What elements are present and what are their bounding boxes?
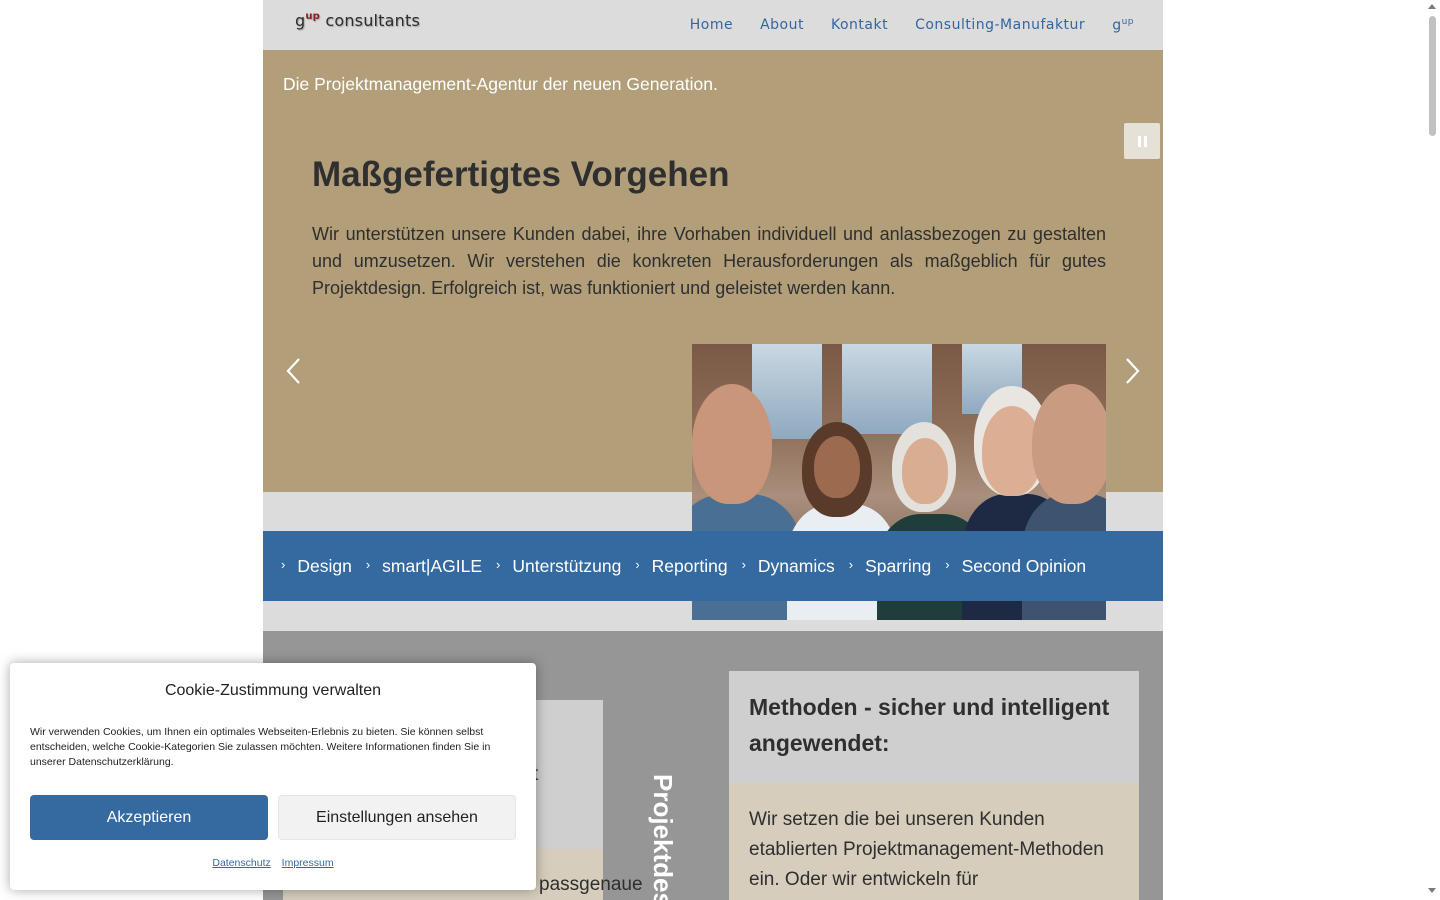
photo-person-face (1032, 384, 1106, 504)
slider-prev-button[interactable] (282, 357, 306, 385)
accept-cookies-button[interactable]: Akzeptieren (30, 795, 268, 840)
service-label: Design (297, 555, 352, 576)
service-link-reporting[interactable]: › Reporting (635, 556, 727, 577)
services-bar: › Design › smart|AGILE › Unterstützung › Rep… (263, 531, 1163, 601)
slider-pause-button[interactable] (1124, 123, 1160, 159)
cookie-dialog-title: Cookie-Zustimmung verwalten (164, 682, 382, 699)
logo-superscript: up (305, 10, 321, 22)
scroll-down-arrow-icon[interactable] (1428, 888, 1436, 893)
privacy-link[interactable]: Datenschutz (212, 857, 270, 869)
logo-text: consultants (320, 11, 421, 30)
slide-text: Wir unterstützen unsere Kunden dabei, ih… (312, 224, 1106, 298)
main-nav: Home About Kontakt Consulting-Manufaktur… (663, 0, 1163, 50)
chevron-right-icon: › (496, 556, 501, 572)
photo-person-face (902, 438, 948, 504)
nav-link-consulting-manufaktur[interactable]: Consulting-Manufaktur (915, 17, 1085, 33)
pause-icon-bar (1143, 135, 1147, 147)
chevron-right-icon: › (741, 556, 746, 572)
slide-title: Maßgefertigtes Vorgehen (312, 155, 730, 194)
chevron-right-icon: › (365, 556, 371, 572)
right-card-text: Wir setzen die bei unseren Kunden etabli… (749, 809, 1104, 890)
service-label: smart|AGILE (382, 555, 483, 576)
scroll-up-arrow-icon[interactable] (1428, 4, 1436, 9)
cookie-dialog-text: Wir verwenden Cookies, um Ihnen ein opti… (30, 726, 491, 768)
service-link-second-opinion[interactable]: › Second Opinion (945, 556, 1086, 577)
top-navigation-bar: gup consultants Home About Kontakt Consu… (263, 0, 1163, 50)
right-card-title: Methoden - sicher und intelligent angewe… (749, 694, 1110, 756)
cookie-consent-dialog: Cookie-Zustimmung verwalten Wir verwende… (10, 663, 536, 890)
right-card: Methoden - sicher und intelligent angewe… (729, 671, 1139, 900)
nav-link-home[interactable]: Home (690, 17, 733, 33)
right-card-body: Wir setzen die bei unseren Kunden etabli… (729, 783, 1139, 900)
chevron-left-icon (286, 358, 300, 384)
chevron-right-icon: › (945, 556, 950, 572)
service-link-unterstuetzung[interactable]: › Unterstützung (496, 556, 621, 577)
view-settings-button[interactable]: Einstellungen ansehen (278, 795, 516, 840)
site-logo[interactable]: gup consultants (295, 11, 420, 30)
service-link-sparring[interactable]: › Sparring (849, 556, 932, 577)
nav-link-gup-sup: up (1121, 16, 1134, 27)
nav-link-kontakt[interactable]: Kontakt (831, 17, 888, 33)
cookie-dialog-links: Datenschutz Impressum (10, 857, 536, 869)
chevron-right-icon: › (635, 556, 640, 572)
scrollbar-thumb[interactable] (1429, 16, 1436, 136)
service-label: Second Opinion (961, 555, 1087, 576)
service-link-dynamics[interactable]: › Dynamics (742, 556, 835, 577)
nav-link-gup-base: g (1112, 17, 1122, 34)
chevron-right-icon (1126, 358, 1140, 384)
imprint-link[interactable]: Impressum (282, 857, 334, 869)
nav-link-about[interactable]: About (760, 17, 804, 33)
slider-next-button[interactable] (1120, 357, 1144, 385)
nav-link-gup[interactable]: gup (1112, 17, 1134, 34)
hero-tagline: Die Projektmanagement-Agentur der neuen … (283, 74, 718, 94)
service-label: Reporting (651, 555, 728, 576)
vertical-scrollbar[interactable] (1425, 0, 1440, 900)
service-link-design[interactable]: › Design (281, 556, 352, 577)
photo-person-face (814, 436, 860, 498)
logo-letter: g (295, 11, 306, 30)
photo-window (842, 344, 932, 434)
left-card-body-text: passgenaue (539, 874, 643, 895)
photo-person-face (692, 384, 772, 504)
service-label: Sparring (865, 555, 932, 576)
pause-icon (1137, 135, 1141, 147)
service-label: Unterstützung (512, 555, 622, 576)
chevron-right-icon: › (281, 556, 286, 572)
chevron-right-icon: › (848, 556, 854, 572)
service-link-smart-agile[interactable]: › smart|AGILE (366, 556, 482, 577)
vertical-section-label: Projektdes (648, 774, 678, 900)
service-label: Dynamics (757, 555, 835, 576)
